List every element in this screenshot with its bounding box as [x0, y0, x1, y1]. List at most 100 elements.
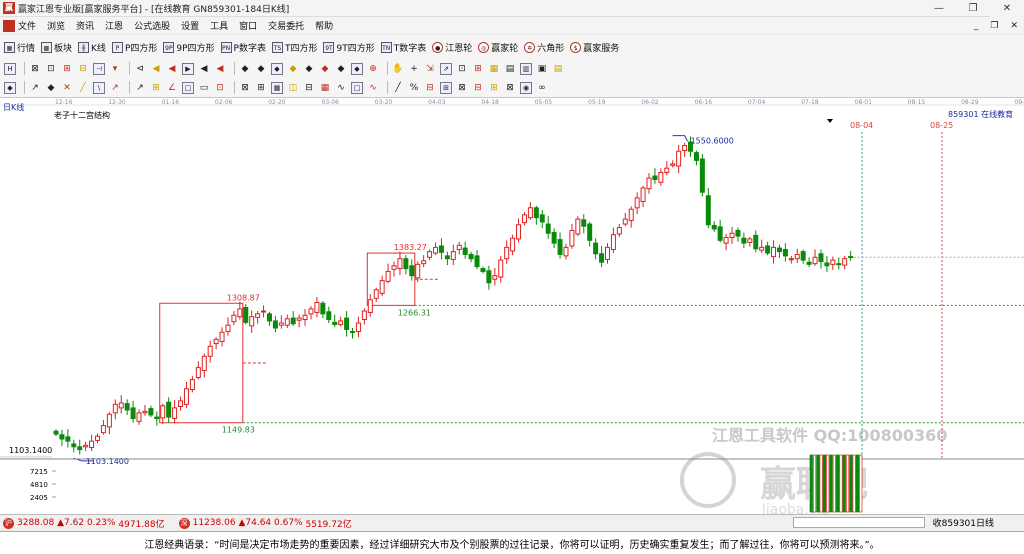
draw-tool-29-icon[interactable]: ▤ — [504, 63, 516, 75]
analysis-tool-15-icon[interactable]: ▦ — [271, 81, 283, 94]
analysis-tool-9-icon[interactable]: ∠ — [166, 82, 178, 94]
index-quote-sz[interactable]: 深 11238.06 ▲74.64 0.67% 5519.72亿 — [178, 517, 352, 530]
draw-tool-2-icon[interactable]: ⊡ — [45, 63, 57, 75]
toolbar-kline-button[interactable]: ╫ K线 — [78, 41, 106, 54]
analysis-tool-14-icon[interactable]: ⊞ — [255, 82, 267, 94]
draw-tool-5-icon[interactable]: ⊣ — [93, 62, 105, 75]
analysis-tool-20-icon[interactable]: □ — [351, 81, 363, 94]
draw-tool-3-icon[interactable]: ⊞ — [61, 63, 73, 75]
analysis-tool-31-icon[interactable]: ∞ — [536, 82, 548, 94]
draw-tool-12-icon[interactable]: ◀ — [214, 63, 226, 75]
toolbar-gann-wheel-button[interactable]: ● 江恩轮 — [432, 41, 472, 54]
mdi-minimize-button[interactable]: _ — [974, 21, 979, 31]
draw-tool-32-icon[interactable]: ▤ — [552, 63, 564, 75]
minimize-button[interactable]: — — [922, 0, 956, 17]
kline-chart-area[interactable]: 江恩工具软件 QQ:100800360赢聊吧liaoba.vip12-1612-… — [0, 97, 1024, 515]
draw-tool-4-icon[interactable]: ⊟ — [77, 63, 89, 75]
analysis-tool-22-icon[interactable]: ╱ — [392, 82, 404, 94]
analysis-tool-11-icon[interactable]: ▭ — [198, 82, 210, 94]
toolbar-p-table-button[interactable]: PN P数字表 — [220, 41, 266, 54]
draw-tool-22-icon[interactable]: ✋ — [392, 63, 404, 75]
draw-tool-6-icon[interactable]: ▾ — [109, 63, 121, 75]
toolbar-t-table-button[interactable]: TN T数字表 — [380, 41, 426, 54]
menu-settings[interactable]: 设置 — [181, 19, 199, 32]
draw-tool-10-icon[interactable]: ▶ — [182, 62, 194, 75]
draw-tool-14-icon[interactable]: ◆ — [255, 63, 267, 75]
toolbar-winner-wheel-button[interactable]: ◎ 赢家轮 — [478, 41, 518, 54]
draw-tool-13-icon[interactable]: ◆ — [239, 63, 251, 75]
draw-tool-31-icon[interactable]: ▣ — [536, 63, 548, 75]
draw-tool-1-icon[interactable]: ⊠ — [29, 63, 41, 75]
draw-tool-18-icon[interactable]: ◆ — [319, 63, 331, 75]
analysis-tool-3-icon[interactable]: ✕ — [61, 82, 73, 94]
menu-trade[interactable]: 交易委托 — [268, 19, 304, 32]
menu-news[interactable]: 资讯 — [76, 19, 94, 32]
draw-tool-7-icon[interactable]: ⊲ — [134, 63, 146, 75]
analysis-tool-26-icon[interactable]: ⊠ — [456, 82, 468, 94]
analysis-tool-13-icon[interactable]: ⊠ — [239, 82, 251, 94]
analysis-tool-2-icon[interactable]: ◆ — [45, 82, 57, 94]
mdi-restore-button[interactable]: ❐ — [990, 21, 998, 31]
analysis-tool-25-icon[interactable]: ⊞ — [440, 81, 452, 94]
toolbar-service-button[interactable]: $ 赢家服务 — [570, 41, 619, 54]
horizontal-scrollbar[interactable] — [792, 517, 925, 528]
draw-tool-21-icon[interactable]: ⊕ — [367, 63, 379, 75]
analysis-tool-12-icon[interactable]: ⊡ — [214, 82, 226, 94]
menu-help[interactable]: 帮助 — [315, 19, 333, 32]
draw-tool-25-icon[interactable]: ⇗ — [440, 62, 452, 75]
menu-window[interactable]: 窗口 — [239, 19, 257, 32]
draw-tool-24-icon[interactable]: ⇲ — [424, 63, 436, 75]
analysis-tool-19-icon[interactable]: ∿ — [335, 82, 347, 94]
analysis-tool-7-icon[interactable]: ↗ — [134, 82, 146, 94]
analysis-tool-10-icon[interactable]: □ — [182, 81, 194, 94]
menu-file[interactable]: 文件 — [18, 19, 36, 32]
analysis-tool-17-icon[interactable]: ⊟ — [303, 82, 315, 94]
draw-tool-16-icon[interactable]: ◆ — [287, 63, 299, 75]
menu-browse[interactable]: 浏览 — [47, 19, 65, 32]
analysis-tool-27-icon[interactable]: ⊟ — [472, 82, 484, 94]
menu-gann[interactable]: 江恩 — [105, 19, 123, 32]
analysis-tool-23-icon[interactable]: % — [408, 82, 420, 94]
draw-tool-17-icon[interactable]: ◆ — [303, 63, 315, 75]
analysis-tool-30-icon[interactable]: ◉ — [520, 81, 532, 94]
analysis-tool-29-icon[interactable]: ⊠ — [504, 82, 516, 94]
draw-tool-27-icon[interactable]: ⊞ — [472, 63, 484, 75]
draw-tool-9-icon[interactable]: ◀ — [166, 63, 178, 75]
analysis-tool-4-icon[interactable]: ╱ — [77, 82, 89, 94]
toolbar-hexagon-button[interactable]: ✡ 六角形 — [524, 41, 564, 54]
analysis-tool-0-icon[interactable]: ◆ — [4, 81, 16, 94]
analysis-tool-24-icon[interactable]: ⊟ — [424, 82, 436, 94]
analysis-tool-28-icon[interactable]: ⊞ — [488, 82, 500, 94]
toolbar-quotes-button[interactable]: ▦ 行情 — [4, 41, 35, 54]
menu-formula[interactable]: 公式选股 — [134, 19, 170, 32]
analysis-tool-5-icon[interactable]: \ — [93, 81, 105, 94]
toolbar-9t-square-button[interactable]: 9T 9T四方形 — [323, 41, 375, 54]
analysis-tool-21-icon[interactable]: ∿ — [367, 82, 379, 94]
draw-tool-0-icon[interactable]: H — [4, 62, 16, 75]
draw-tool-15-icon[interactable]: ◆ — [271, 62, 283, 75]
draw-tool-30-icon[interactable]: ▥ — [520, 62, 532, 75]
toolbar-p-square-button[interactable]: P P四方形 — [111, 41, 157, 54]
toolbar-9p-square-button[interactable]: 9P 9P四方形 — [163, 41, 215, 54]
kline-chart[interactable]: 江恩工具软件 QQ:100800360赢聊吧liaoba.vip12-1612-… — [0, 98, 1024, 515]
draw-tool-26-icon[interactable]: ⊡ — [456, 63, 468, 75]
index-quote-sh[interactable]: 沪 3288.08 ▲7.62 0.23% 4971.88亿 — [3, 517, 165, 530]
analysis-tool-8-icon[interactable]: ⊞ — [150, 82, 162, 94]
draw-tool-8-icon[interactable]: ◀ — [150, 63, 162, 75]
analysis-tool-6-icon[interactable]: ↗ — [109, 82, 121, 94]
mdi-close-button[interactable]: ✕ — [1010, 21, 1018, 31]
toolbar-sector-button[interactable]: ▩ 板块 — [41, 41, 72, 54]
restore-button[interactable]: ❐ — [956, 0, 990, 17]
draw-tool-20-icon[interactable]: ◆ — [351, 62, 363, 75]
menu-tools[interactable]: 工具 — [210, 19, 228, 32]
volume-bar — [836, 454, 840, 513]
toolbar-t-square-button[interactable]: TS T四方形 — [271, 41, 317, 54]
draw-tool-28-icon[interactable]: ▦ — [488, 63, 500, 75]
analysis-tool-16-icon[interactable]: ◫ — [287, 82, 299, 94]
close-button[interactable]: ✕ — [990, 0, 1024, 17]
analysis-tool-1-icon[interactable]: ↗ — [29, 82, 41, 94]
analysis-tool-18-icon[interactable]: ▦ — [319, 82, 331, 94]
draw-tool-23-icon[interactable]: + — [408, 63, 420, 75]
draw-tool-19-icon[interactable]: ◆ — [335, 63, 347, 75]
draw-tool-11-icon[interactable]: ◀ — [198, 63, 210, 75]
